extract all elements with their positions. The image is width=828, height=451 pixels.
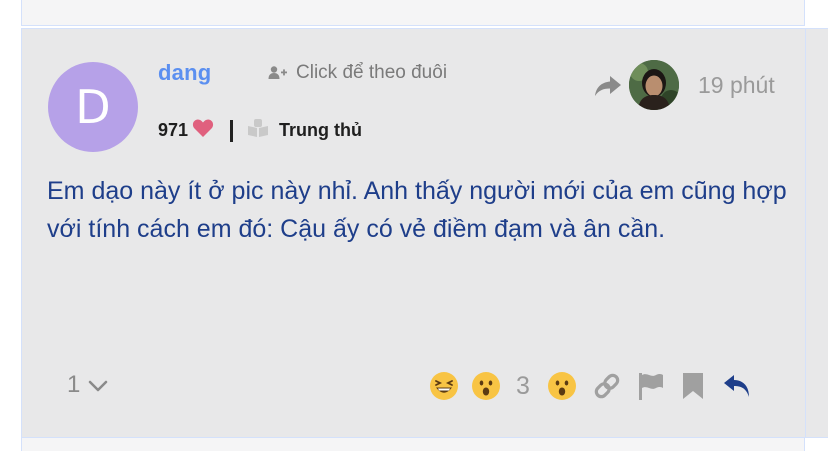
post-time[interactable]: 19 phút <box>698 72 775 99</box>
react-surprised-emoji-icon[interactable] <box>547 372 576 400</box>
surprised-emoji-icon[interactable] <box>472 372 500 400</box>
heart-icon <box>192 118 214 143</box>
reply-count: 1 <box>67 371 81 398</box>
reaction-count[interactable]: 3 <box>516 372 530 401</box>
next-post <box>21 438 805 451</box>
link-icon[interactable] <box>592 371 622 401</box>
follow-label: Click để theo đuôi <box>296 62 448 83</box>
replies-toggle[interactable]: 1 <box>67 371 108 399</box>
like-count: 971 <box>158 120 189 140</box>
chevron-down-icon <box>88 371 108 399</box>
reply-to-avatar[interactable] <box>629 60 679 110</box>
add-user-icon <box>268 65 288 81</box>
book-icon <box>247 118 269 143</box>
follow-button[interactable]: Click để theo đuôi <box>268 62 447 84</box>
reply-icon[interactable] <box>722 372 752 400</box>
author-stats: 971 Trung thủ <box>158 118 362 143</box>
laughing-emoji-icon[interactable] <box>430 372 458 400</box>
topic-page: D dang Click để theo đuôi 971 Trung thủ … <box>0 0 828 451</box>
author-initial: D <box>75 80 111 134</box>
post-content: Em dạo này ít ở pic này nhỉ. Anh thấy ng… <box>47 177 787 243</box>
author-name[interactable]: dang <box>158 60 211 86</box>
share-icon[interactable] <box>594 74 622 103</box>
author-avatar[interactable]: D <box>48 62 138 152</box>
flag-icon[interactable] <box>636 371 666 401</box>
bookmark-icon[interactable] <box>680 371 706 401</box>
author-rank: Trung thủ <box>279 120 363 140</box>
previous-post <box>21 0 805 26</box>
stats-divider <box>230 119 234 142</box>
post-actions: 3 <box>430 366 752 406</box>
post-border <box>805 28 806 438</box>
